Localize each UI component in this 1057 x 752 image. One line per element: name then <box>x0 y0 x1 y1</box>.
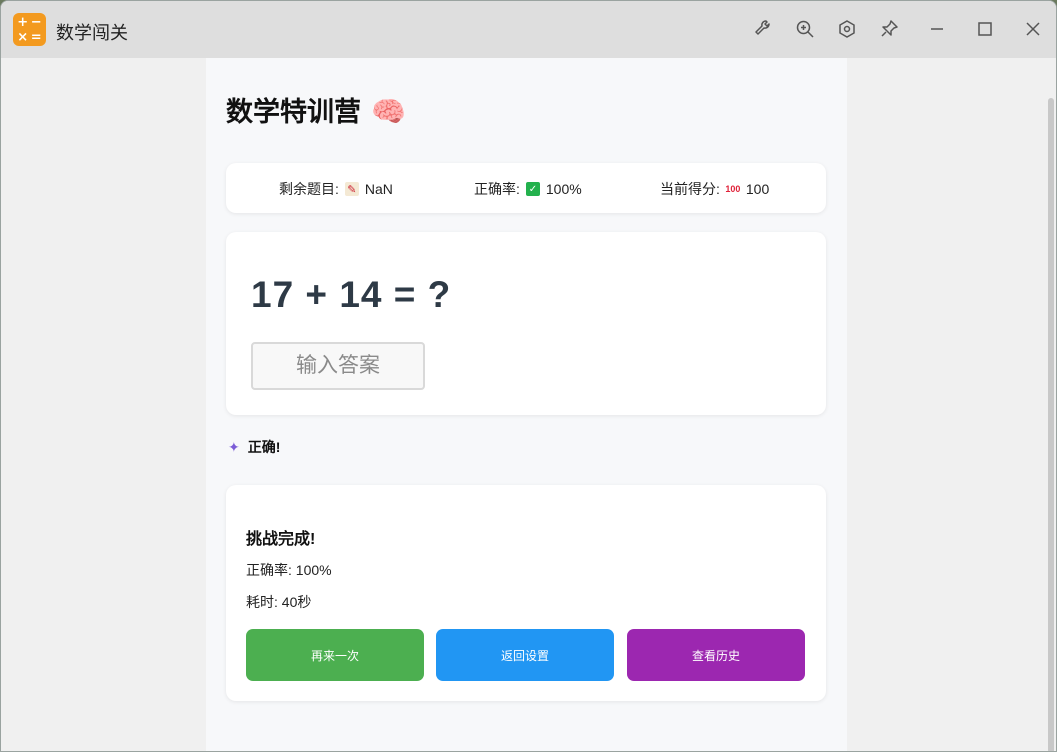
maximize-icon[interactable] <box>971 15 999 43</box>
pin-icon[interactable] <box>875 15 903 43</box>
result-title: 挑战完成! <box>246 531 316 548</box>
zoom-in-icon[interactable] <box>791 15 819 43</box>
view-history-button[interactable]: 查看历史 <box>627 629 805 681</box>
party-popper-icon: ✦ <box>228 438 240 455</box>
retry-button[interactable]: 再来一次 <box>246 629 424 681</box>
app-window: + − × = 数学闯关 数学特训营 🧠 剩余题目: ✎ NaN 正确率: ✓ … <box>0 0 1057 752</box>
feedback-message: ✦ 正确! <box>228 437 280 457</box>
remaining-stat: 剩余题目: ✎ NaN <box>279 179 393 199</box>
minus-glyph: − <box>30 15 42 30</box>
accuracy-stat: 正确率: ✓ 100% <box>474 179 582 199</box>
plus-glyph: + <box>17 15 29 30</box>
hexagon-settings-icon[interactable] <box>833 15 861 43</box>
brain-icon: 🧠 <box>371 96 406 127</box>
result-accuracy: 正确率: 100% <box>246 562 332 578</box>
question-card: 17 + 14 = ? <box>226 232 826 415</box>
title-bar: + − × = 数学闯关 <box>1 1 1056 58</box>
memo-icon: ✎ <box>344 182 359 196</box>
remaining-value: NaN <box>364 181 393 197</box>
back-to-settings-button[interactable]: 返回设置 <box>436 629 614 681</box>
remaining-label: 剩余题目: <box>279 181 339 197</box>
score-value: 100 <box>745 181 770 197</box>
result-time: 耗时: 40秒 <box>246 594 312 610</box>
score-label: 当前得分: <box>660 181 720 197</box>
hundred-points-icon: 100 <box>725 184 741 194</box>
wrench-icon[interactable] <box>749 15 777 43</box>
page-title-text: 数学特训营 <box>226 97 361 127</box>
accuracy-value: 100% <box>545 181 582 197</box>
close-icon[interactable] <box>1019 15 1047 43</box>
content-area: 数学特训营 🧠 剩余题目: ✎ NaN 正确率: ✓ 100% 当前得分: 100… <box>1 58 1056 751</box>
window-title: 数学闯关 <box>56 23 128 43</box>
feedback-text: 正确! <box>247 439 281 455</box>
minimize-icon[interactable] <box>923 15 951 43</box>
calculator-app-icon: + − × = <box>13 13 46 46</box>
score-stat: 当前得分: 100 100 <box>660 179 769 199</box>
equals-glyph: = <box>30 30 42 45</box>
answer-input[interactable] <box>251 342 425 390</box>
stats-bar: 剩余题目: ✎ NaN 正确率: ✓ 100% 当前得分: 100 100 <box>226 163 826 213</box>
main-page: 数学特训营 🧠 剩余题目: ✎ NaN 正确率: ✓ 100% 当前得分: 100… <box>206 58 847 751</box>
question-text: 17 + 14 = ? <box>251 274 452 315</box>
times-glyph: × <box>17 30 29 45</box>
scrollbar[interactable] <box>1048 98 1054 751</box>
page-title: 数学特训营 🧠 <box>226 90 406 129</box>
result-card: 挑战完成! 正确率: 100% 耗时: 40秒 再来一次 返回设置 查看历史 <box>226 485 826 701</box>
accuracy-label: 正确率: <box>474 181 520 197</box>
check-mark-icon: ✓ <box>525 182 540 196</box>
